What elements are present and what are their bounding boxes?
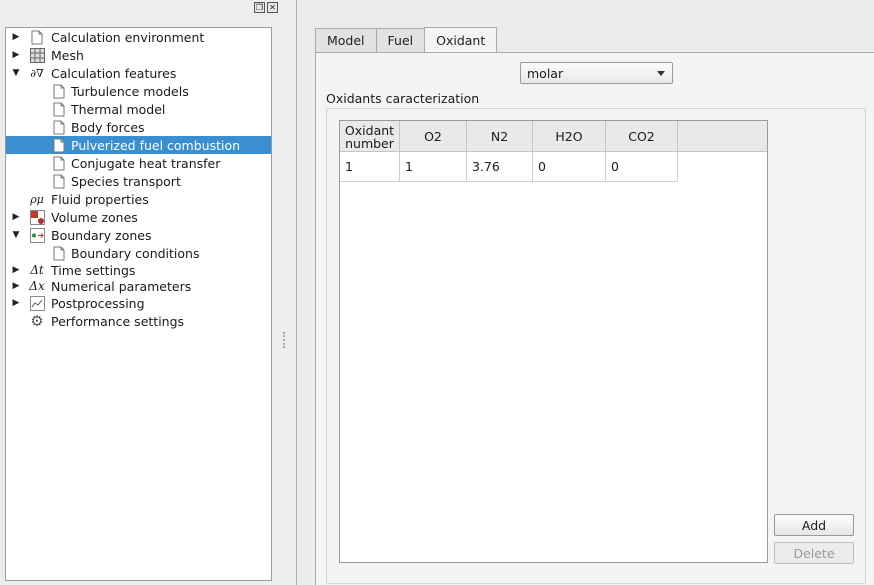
tree-item-label: Thermal model <box>71 101 166 117</box>
dock-controls: ❐ ✕ <box>254 2 278 14</box>
tab-model[interactable]: Model <box>315 28 377 52</box>
tree-item-label: Time settings <box>51 262 136 278</box>
tree-item-mesh[interactable]: ▶ Mesh <box>6 46 271 64</box>
tree-item-label: Turbulence models <box>71 83 189 99</box>
table-cell[interactable]: 0 <box>606 152 678 182</box>
table-cell[interactable]: 3.76 <box>467 152 533 182</box>
column-header-oxidant-number[interactable]: Oxidant number <box>340 121 400 152</box>
delta-x-icon: Δx <box>29 279 45 293</box>
chevron-down-icon <box>657 71 665 76</box>
boundary-zones-icon <box>29 227 45 243</box>
tree-item-pulverized-fuel-combustion[interactable]: Pulverized fuel combustion <box>6 136 271 154</box>
tree-item-label: Fluid properties <box>51 191 149 207</box>
expand-arrow-icon[interactable]: ▶ <box>11 46 21 64</box>
tree-item-label: Species transport <box>71 173 181 189</box>
tab-bar: Model Fuel Oxidant <box>315 27 498 52</box>
tree-item-numerical-parameters[interactable]: ▶ Δx Numerical parameters <box>6 277 271 295</box>
document-icon <box>51 119 67 135</box>
tree-item-body-forces[interactable]: Body forces <box>6 118 271 136</box>
table-cell[interactable]: 1 <box>340 152 400 182</box>
expand-arrow-icon[interactable]: ▶ <box>11 294 21 312</box>
tree-item-species-transport[interactable]: Species transport <box>6 172 271 190</box>
oxidants-group-title: Oxidants caracterization <box>326 91 480 106</box>
mesh-grid-icon <box>29 47 45 63</box>
document-icon <box>51 83 67 99</box>
composition-unit-select[interactable]: molar <box>520 62 673 84</box>
rho-mu-icon: ρμ <box>30 192 44 206</box>
tree-item-label: Mesh <box>51 47 84 63</box>
table-cell[interactable]: 1 <box>400 152 467 182</box>
document-icon <box>51 155 67 171</box>
tree-item-label: Body forces <box>71 119 145 135</box>
tree-item-label: Postprocessing <box>51 295 145 311</box>
table-cell[interactable]: 0 <box>533 152 606 182</box>
tree-item-label: Numerical parameters <box>51 278 192 294</box>
expand-arrow-icon[interactable]: ▶ <box>11 208 21 226</box>
tree-item-calculation-environment[interactable]: ▶ Calculation environment <box>6 28 271 46</box>
tree-item-label: Conjugate heat transfer <box>71 155 221 171</box>
document-icon <box>51 173 67 189</box>
tree-item-label: Boundary zones <box>51 227 152 243</box>
tab-fuel[interactable]: Fuel <box>375 28 426 52</box>
composition-unit-value: molar <box>527 65 564 81</box>
dock-close-icon[interactable]: ✕ <box>267 2 278 13</box>
tree-item-label: Boundary conditions <box>71 245 200 261</box>
delete-oxidant-button[interactable]: Delete <box>774 542 854 564</box>
tree-item-postprocessing[interactable]: ▶ Postprocessing <box>6 294 271 312</box>
tree-item-label: Pulverized fuel combustion <box>71 137 241 153</box>
chart-icon <box>29 295 45 311</box>
oxidants-table[interactable]: Oxidant number O2 N2 H2O CO2 1 1 3.76 0 … <box>339 120 768 563</box>
column-header-n2[interactable]: N2 <box>467 121 533 152</box>
document-icon <box>51 101 67 117</box>
tree-item-thermal-model[interactable]: Thermal model <box>6 100 271 118</box>
add-oxidant-button[interactable]: Add <box>774 514 854 536</box>
tree-item-volume-zones[interactable]: ▶ Volume zones <box>6 208 271 226</box>
tree-item-label: Calculation features <box>51 65 177 81</box>
tree-item-boundary-conditions[interactable]: Boundary conditions <box>6 244 271 262</box>
table-header: Oxidant number O2 N2 H2O CO2 <box>340 121 767 152</box>
tab-oxidant[interactable]: Oxidant <box>424 27 498 52</box>
tree-panel[interactable]: ▶ Calculation environment ▶ Mesh ▼ ∂∇ Ca… <box>5 27 272 581</box>
tree-item-fluid-properties[interactable]: ρμ Fluid properties <box>6 190 271 208</box>
tree-item-turbulence-models[interactable]: Turbulence models <box>6 82 271 100</box>
expand-arrow-icon[interactable]: ▶ <box>11 277 21 295</box>
document-icon <box>51 245 67 261</box>
tree-item-calculation-features[interactable]: ▼ ∂∇ Calculation features <box>6 64 271 82</box>
gear-icon: ⚙ <box>30 312 44 330</box>
expand-arrow-icon[interactable]: ▶ <box>11 28 21 46</box>
column-header-h2o[interactable]: H2O <box>533 121 606 152</box>
tree-item-label: Volume zones <box>51 209 138 225</box>
document-icon <box>29 29 45 45</box>
collapse-arrow-icon[interactable]: ▼ <box>11 64 21 82</box>
delta-t-icon: Δt <box>30 263 44 277</box>
column-header-co2[interactable]: CO2 <box>606 121 678 152</box>
column-header-o2[interactable]: O2 <box>400 121 467 152</box>
tree-item-label: Performance settings <box>51 313 185 329</box>
tree-item-label: Calculation environment <box>51 29 205 45</box>
tree-item-performance-settings[interactable]: ⚙ Performance settings <box>6 312 271 330</box>
tree-item-boundary-zones[interactable]: ▼ Boundary zones <box>6 226 271 244</box>
splitter-handle[interactable] <box>283 332 285 348</box>
tree-item-conjugate-heat-transfer[interactable]: Conjugate heat transfer <box>6 154 271 172</box>
equation-icon: ∂∇ <box>30 66 44 80</box>
collapse-arrow-icon[interactable]: ▼ <box>11 226 21 244</box>
document-icon <box>51 137 67 153</box>
volume-zones-icon <box>29 209 45 225</box>
dock-float-icon[interactable]: ❐ <box>254 2 265 13</box>
